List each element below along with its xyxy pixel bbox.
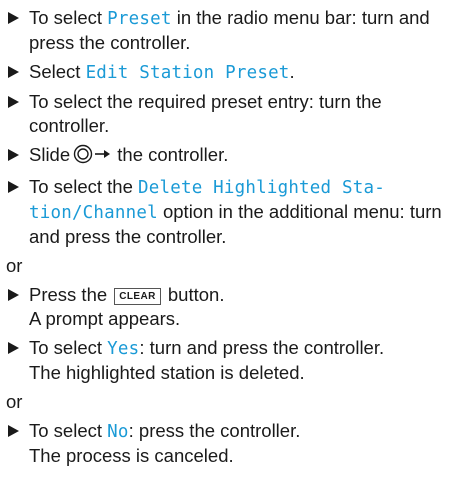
step-text-post: : turn and press the controller. xyxy=(139,337,385,358)
menu-item-no: No xyxy=(107,422,129,442)
step-text: To select the required preset entry: tur… xyxy=(29,91,382,136)
step-text-pre: To select xyxy=(29,7,108,28)
menu-item-edit-station-preset: Edit Station Preset xyxy=(85,63,290,83)
bullet-arrow-icon xyxy=(8,66,19,78)
instruction-page: To select Preset in the radio menu bar: … xyxy=(0,0,462,468)
clear-button-key: CLEAR xyxy=(114,288,161,305)
step-press-clear: Press the CLEAR button. A prompt appears… xyxy=(6,283,462,331)
bullet-arrow-icon xyxy=(8,149,19,161)
controller-slide-right-icon xyxy=(73,144,111,170)
step-result: The process is canceled. xyxy=(29,445,234,466)
step-select-entry: To select the required preset entry: tur… xyxy=(6,90,462,138)
step-select-preset: To select Preset in the radio menu bar: … xyxy=(6,6,462,55)
step-text-post: . xyxy=(289,61,295,82)
step-text-post: the controller. xyxy=(112,144,229,165)
bullet-arrow-icon xyxy=(8,181,19,193)
bullet-arrow-icon xyxy=(8,289,19,301)
bullet-arrow-icon xyxy=(8,12,19,24)
step-slide-controller: Slide the controller. xyxy=(6,143,462,170)
step-text-pre: To select xyxy=(29,420,108,441)
step-text-pre: To select xyxy=(29,337,108,358)
step-result: The highlighted station is deleted. xyxy=(29,362,305,383)
bullet-arrow-icon xyxy=(8,96,19,108)
step-text-pre: Press the xyxy=(29,284,113,305)
bullet-arrow-icon xyxy=(8,342,19,354)
menu-item-yes: Yes xyxy=(107,339,140,359)
step-select-yes: To select Yes: turn and press the contro… xyxy=(6,336,462,385)
step-delete-highlighted: To select the Delete Highlighted Sta-tio… xyxy=(6,175,462,249)
step-result: A prompt appears. xyxy=(29,308,181,329)
or-separator: or xyxy=(6,255,23,276)
step-select-no: To select No: press the controller. The … xyxy=(6,419,462,468)
step-text-post: : press the controller. xyxy=(128,420,301,441)
step-text-pre: Select xyxy=(29,61,86,82)
or-separator: or xyxy=(6,391,23,412)
step-text-pre: To select the xyxy=(29,176,139,197)
bullet-arrow-icon xyxy=(8,425,19,437)
step-text-pre: Slide xyxy=(29,144,71,165)
step-edit-station-preset: Select Edit Station Preset. xyxy=(6,60,462,85)
menu-item-preset: Preset xyxy=(107,9,172,29)
step-text-post: button. xyxy=(162,284,225,305)
